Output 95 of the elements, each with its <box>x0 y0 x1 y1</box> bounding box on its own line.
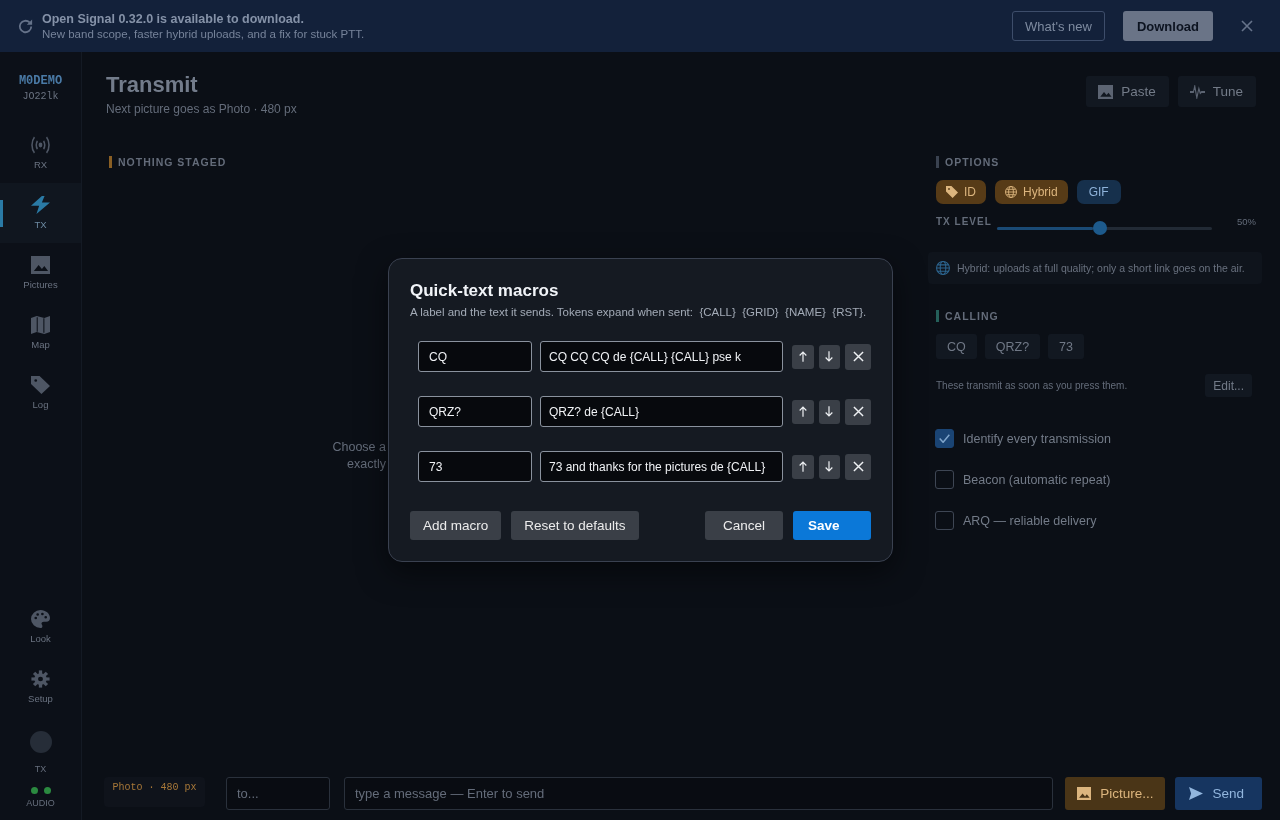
arrow-up-icon <box>798 461 807 472</box>
label-input[interactable]: CQ <box>418 341 532 372</box>
globe-icon <box>1005 186 1017 198</box>
delete-button[interactable] <box>845 343 871 370</box>
cross-icon <box>852 461 864 472</box>
hint-text: These transmit as soon as you press them. <box>936 380 1128 391</box>
page-title: Transmit <box>106 72 199 98</box>
arrow-down-icon <box>825 461 834 472</box>
checkbox[interactable] <box>935 470 954 489</box>
image-icon <box>1098 84 1114 99</box>
dialog-button[interactable]: Cancel <box>705 511 783 540</box>
send-icon <box>1189 787 1204 800</box>
callsign-label: M0DEMO <box>18 73 63 88</box>
toolbar-button[interactable]: Paste <box>1086 76 1169 107</box>
recipient-field[interactable]: to... <box>226 777 330 810</box>
format-label: Photo · 480 px <box>104 777 205 807</box>
move-up-button[interactable] <box>791 454 814 479</box>
message-field[interactable]: type a message — Enter to send <box>344 777 1054 810</box>
send-button[interactable]: Send <box>1175 777 1262 810</box>
arrow-up-icon <box>798 406 807 417</box>
tag-icon <box>31 376 50 394</box>
empty-state-text: exactly <box>347 457 386 472</box>
image-icon <box>31 256 50 274</box>
sidebar-item[interactable]: Setup <box>0 657 81 717</box>
macro-button[interactable]: 73 <box>1048 334 1084 359</box>
macro-button[interactable]: CQ <box>936 334 977 359</box>
dialog-button[interactable]: Save <box>793 511 871 540</box>
checkbox[interactable] <box>935 429 954 448</box>
cross-icon <box>852 406 864 417</box>
option-chip[interactable]: Hybrid <box>995 180 1068 204</box>
info-text: Hybrid: uploads at full quality; only a short link goes on the air. <box>957 261 1245 275</box>
palette-icon <box>31 610 50 628</box>
banner-button[interactable]: What's new <box>1012 11 1105 41</box>
move-down-button[interactable] <box>818 454 841 479</box>
sidebar-item[interactable]: Pictures <box>0 243 81 303</box>
close-button[interactable] <box>1241 19 1254 33</box>
arrow-up-icon <box>798 351 807 362</box>
radio-waves-icon <box>31 136 50 154</box>
sidebar-item[interactable]: Map <box>0 303 81 363</box>
text-input[interactable]: 73 and thanks for the pictures de {CALL} <box>540 451 783 482</box>
label-input[interactable]: 73 <box>418 451 532 482</box>
checkbox-label: Identify every transmission <box>963 431 1111 446</box>
checkbox-label: Beacon (automatic repeat) <box>963 472 1111 487</box>
edit-button[interactable]: Edit... <box>1205 374 1252 397</box>
move-up-button[interactable] <box>791 344 814 369</box>
page-subtitle: Next picture goes as Photo · 480 px <box>106 102 297 116</box>
globe-icon <box>936 261 950 275</box>
checkbox-label: ARQ — reliable delivery <box>963 513 1097 528</box>
section-heading: OPTIONS <box>936 156 1000 168</box>
lightning-icon <box>31 196 50 214</box>
indicator-label: TX <box>34 764 47 774</box>
delete-button[interactable] <box>845 453 871 480</box>
option-chip[interactable]: ID <box>936 180 986 204</box>
tag-icon <box>946 186 958 198</box>
close-icon <box>1241 20 1253 32</box>
empty-state-text: Choose a <box>332 440 386 455</box>
map-icon <box>31 316 50 334</box>
toolbar-button[interactable]: Tune <box>1177 76 1256 107</box>
text-input[interactable]: QRZ? de {CALL} <box>540 396 783 427</box>
refresh-icon <box>18 18 33 34</box>
sidebar-item[interactable]: Look <box>0 597 81 657</box>
banner-button[interactable]: Download <box>1122 11 1213 41</box>
dialog-button[interactable]: Reset to defaults <box>511 511 639 540</box>
section-heading: NOTHING STAGED <box>109 156 227 168</box>
move-up-button[interactable] <box>791 399 814 424</box>
image-icon <box>1077 787 1092 800</box>
dialog-title: Quick-text macros <box>410 281 560 301</box>
arrow-down-icon <box>825 406 834 417</box>
indicator-label: AUDIO <box>26 798 55 808</box>
banner-title: Open Signal 0.32.0 is available to download. <box>42 12 305 26</box>
option-chip[interactable]: GIF <box>1076 180 1121 204</box>
picture-button[interactable]: Picture... <box>1065 777 1166 810</box>
checkbox[interactable] <box>935 511 954 530</box>
cross-icon <box>852 351 864 362</box>
sidebar-item[interactable]: RX <box>0 123 81 183</box>
settings-icon <box>31 670 50 688</box>
slider-thumb[interactable] <box>1093 221 1108 235</box>
arrow-down-icon <box>825 351 834 362</box>
label-input[interactable]: QRZ? <box>418 396 532 427</box>
sidebar-item[interactable]: TX <box>0 183 81 243</box>
delete-button[interactable] <box>845 398 871 425</box>
level-reading: 50% <box>1237 216 1256 228</box>
sidebar-item[interactable]: Log <box>0 363 81 423</box>
macro-button[interactable]: QRZ? <box>984 334 1041 359</box>
waveform-icon <box>1189 84 1205 99</box>
move-down-button[interactable] <box>818 399 841 424</box>
level-label: TX LEVEL <box>936 216 993 228</box>
dialog-description: A label and the text it sends. Tokens expand when sent: {CALL} {GRID} {NAME} {RST}. <box>410 305 868 319</box>
move-down-button[interactable] <box>818 344 841 369</box>
section-heading: CALLING <box>936 310 999 322</box>
text-input[interactable]: CQ CQ CQ de {CALL} {CALL} pse k <box>540 341 783 372</box>
locator-label: JO22lk <box>22 90 59 102</box>
banner-message: New band scope, faster hybrid uploads, and a fix for stuck PTT. <box>42 28 366 40</box>
dialog-button[interactable]: Add macro <box>410 511 502 540</box>
check-icon <box>939 434 950 443</box>
